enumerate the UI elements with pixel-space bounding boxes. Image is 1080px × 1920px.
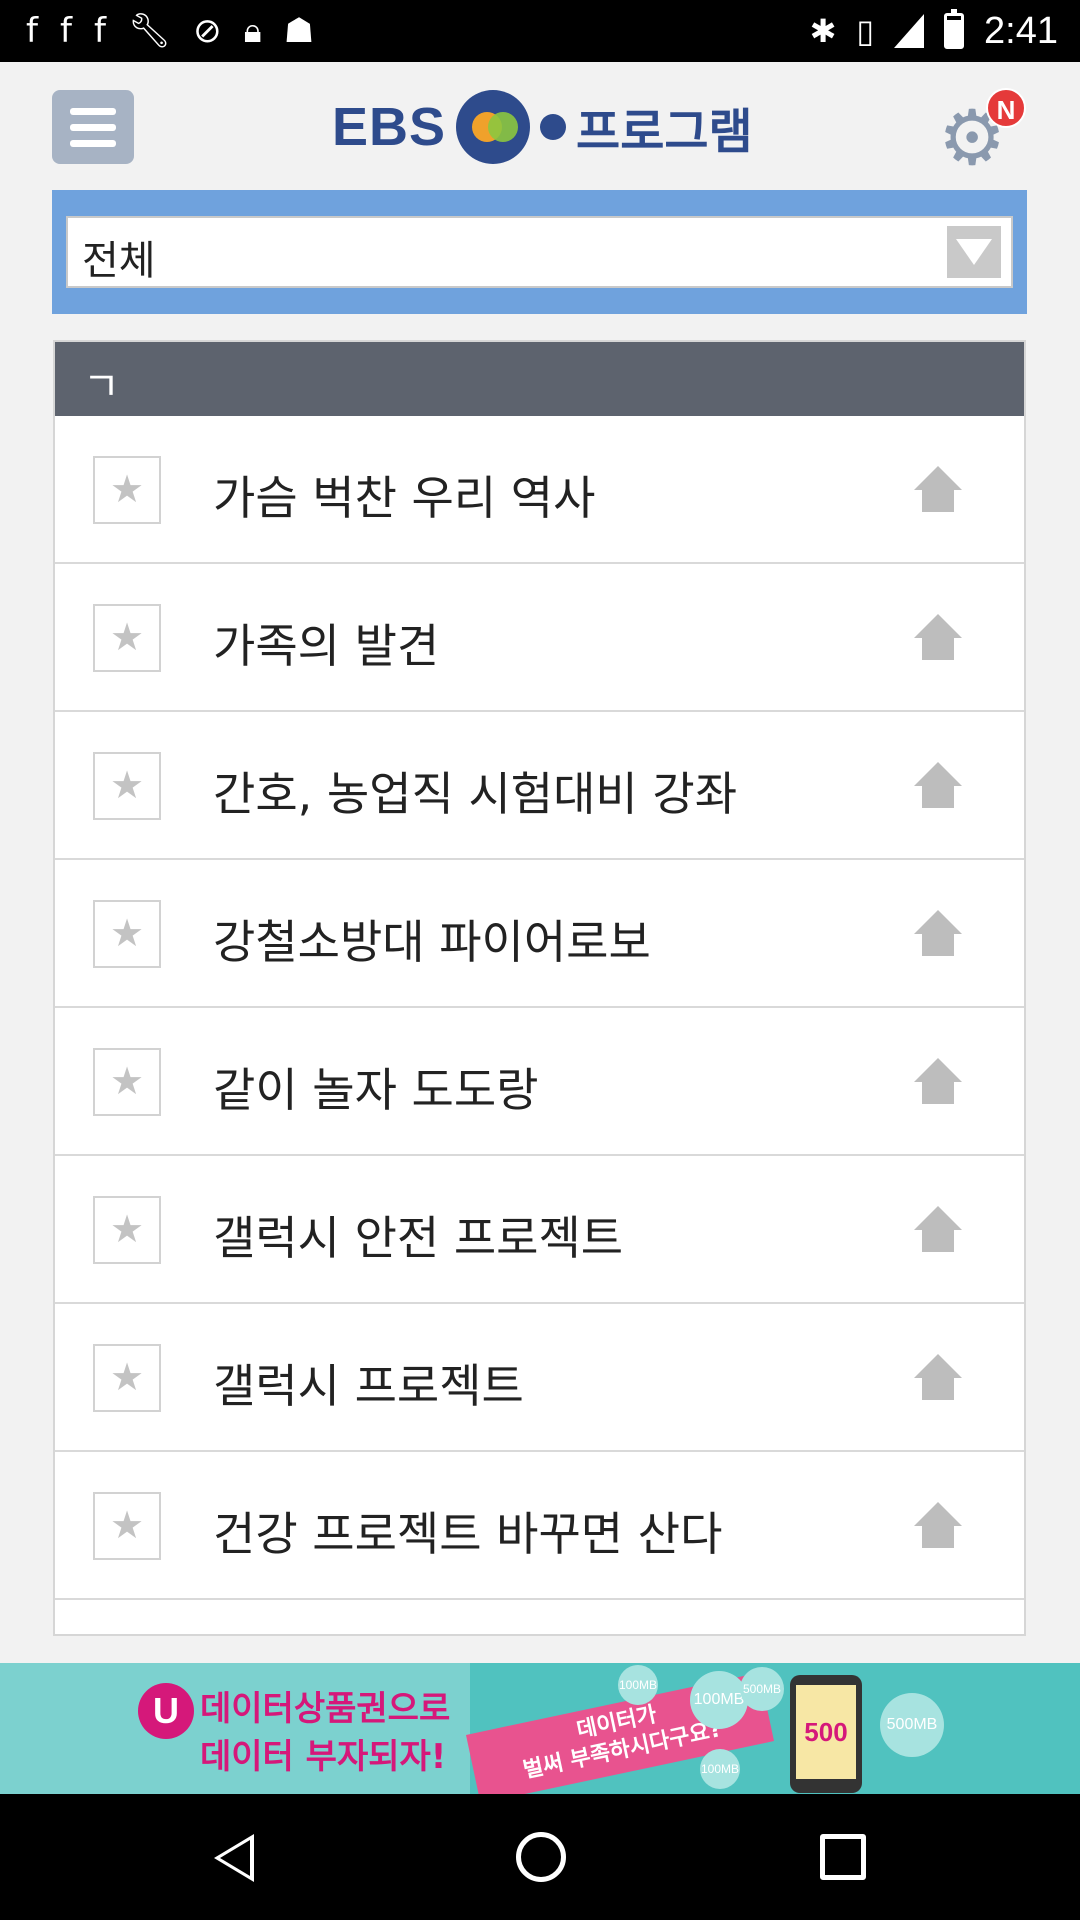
star-icon[interactable]: ★ <box>93 752 161 820</box>
home-icon[interactable] <box>914 910 962 956</box>
lock-icon: 🔒︎ <box>243 11 262 51</box>
star-icon[interactable]: ★ <box>93 604 161 672</box>
dropdown-arrow-icon[interactable] <box>947 226 1001 278</box>
ad-headline-2: 데이터 부자되자! <box>200 1737 447 1777</box>
facebook-icon: f <box>93 11 106 51</box>
ad-bubble: 100MB <box>700 1749 740 1789</box>
facebook-icon: f <box>26 11 38 51</box>
program-title[interactable]: 갤럭시 안전 프로젝트 <box>213 1202 623 1268</box>
system-icons: ✱ ▯ 2:41 <box>810 8 1058 54</box>
program-title[interactable]: 갤럭시 프로젝트 <box>213 1350 524 1416</box>
star-icon[interactable]: ★ <box>93 1196 161 1264</box>
program-title[interactable]: 간호, 농업직 시험대비 강좌 <box>213 758 737 824</box>
ad-phone-value: 500 MB <box>796 1685 856 1779</box>
section-label: ㄱ <box>83 364 120 410</box>
status-time: 2:41 <box>984 10 1058 52</box>
navigation-bar <box>0 1794 1080 1920</box>
recent-apps-icon[interactable] <box>820 1834 866 1880</box>
category-selected: 전체 <box>82 238 156 284</box>
ad-headline-1: 데이터상품권으로 <box>200 1689 451 1729</box>
home-nav-icon[interactable] <box>516 1832 566 1882</box>
settings-button[interactable]: ⚙ N <box>932 88 1028 176</box>
status-bar: f f f 🔧︎ ⊘ 🔒︎ ☗ ✱ ▯ 2:41 <box>0 0 1080 62</box>
star-icon[interactable]: ★ <box>93 1492 161 1560</box>
new-badge: N <box>986 88 1026 128</box>
ad-bubble: 100MB <box>618 1665 658 1705</box>
category-dropdown[interactable]: 전체 <box>66 216 1013 288</box>
home-icon[interactable] <box>914 1058 962 1104</box>
home-icon[interactable] <box>914 1354 962 1400</box>
list-item[interactable]: ★ 강철소방대 파이어로보 <box>55 860 1024 1008</box>
sync-icon: ⊘ <box>193 11 222 51</box>
signal-icon <box>894 14 925 48</box>
hamburger-icon-line <box>70 139 116 147</box>
list-item[interactable]: ★ 건강 프로젝트 바꾸면 산다 <box>55 1452 1024 1600</box>
list-item[interactable]: ★ 간호, 농업직 시험대비 강좌 <box>55 712 1024 860</box>
back-icon[interactable] <box>214 1834 254 1882</box>
vibrate-icon: ▯ <box>856 12 875 50</box>
star-icon[interactable]: ★ <box>93 1048 161 1116</box>
ad-bubble: 500MB <box>880 1693 944 1757</box>
lg-uplus-logo: U <box>138 1683 194 1739</box>
logo-program-text: 프로그램 <box>576 104 753 160</box>
bluetooth-icon: ✱ <box>809 12 837 50</box>
notification-icons: f f f 🔧︎ ⊘ 🔒︎ ☗ <box>26 10 314 52</box>
menu-button[interactable] <box>52 90 134 164</box>
phone-icon: 500 MB <box>790 1675 862 1793</box>
list-item[interactable]: ★ 가슴 벅찬 우리 역사 <box>55 416 1024 564</box>
ad-bubble: 500MB <box>740 1667 784 1711</box>
home-icon[interactable] <box>914 614 962 660</box>
program-title[interactable]: 가족의 발견 <box>213 610 439 676</box>
star-icon[interactable]: ★ <box>93 456 161 524</box>
program-title[interactable]: 가슴 벅찬 우리 역사 <box>213 462 595 528</box>
app-header: EBS 프로그램 ⚙ N <box>0 62 1080 190</box>
ebs-logo-icon <box>456 90 531 164</box>
ad-banner[interactable]: U 데이터상품권으로 데이터 부자되자! 데이터가 벌써 부족하시다구요? 10… <box>0 1663 1080 1794</box>
program-title[interactable]: 강철소방대 파이어로보 <box>213 906 651 972</box>
category-filter: 전체 <box>52 190 1027 314</box>
home-icon[interactable] <box>914 1206 962 1252</box>
logo-ebs-text: EBS <box>332 97 447 157</box>
wrench-icon: 🔧︎ <box>127 11 172 51</box>
android-icon: ☗ <box>283 11 315 51</box>
ad-bubble: 100MB <box>690 1671 748 1729</box>
logo-dot <box>540 114 567 140</box>
list-item[interactable]: ★ 갤럭시 프로젝트 <box>55 1304 1024 1452</box>
section-header: ㄱ <box>55 342 1024 416</box>
star-icon[interactable]: ★ <box>93 1344 161 1412</box>
app-logo: EBS 프로그램 <box>332 88 753 166</box>
star-icon[interactable]: ★ <box>93 900 161 968</box>
program-list: ㄱ ★ 가슴 벅찬 우리 역사 ★ 가족의 발견 ★ 간호, 농업직 시험대비 … <box>53 340 1026 1636</box>
hamburger-icon <box>70 107 116 115</box>
program-title[interactable]: 같이 놀자 도도랑 <box>213 1054 538 1120</box>
battery-icon <box>944 9 965 49</box>
home-icon[interactable] <box>914 466 962 512</box>
facebook-icon: f <box>59 11 72 51</box>
ad-right-panel <box>960 1663 1080 1794</box>
home-icon[interactable] <box>914 762 962 808</box>
hamburger-icon-line <box>70 123 116 131</box>
program-title[interactable]: 건강 프로젝트 바꾸면 산다 <box>213 1498 722 1564</box>
list-item[interactable]: ★ 같이 놀자 도도랑 <box>55 1008 1024 1156</box>
list-item[interactable]: ★ 가족의 발견 <box>55 564 1024 712</box>
home-icon[interactable] <box>914 1502 962 1548</box>
list-item[interactable]: ★ 갤럭시 안전 프로젝트 <box>55 1156 1024 1304</box>
